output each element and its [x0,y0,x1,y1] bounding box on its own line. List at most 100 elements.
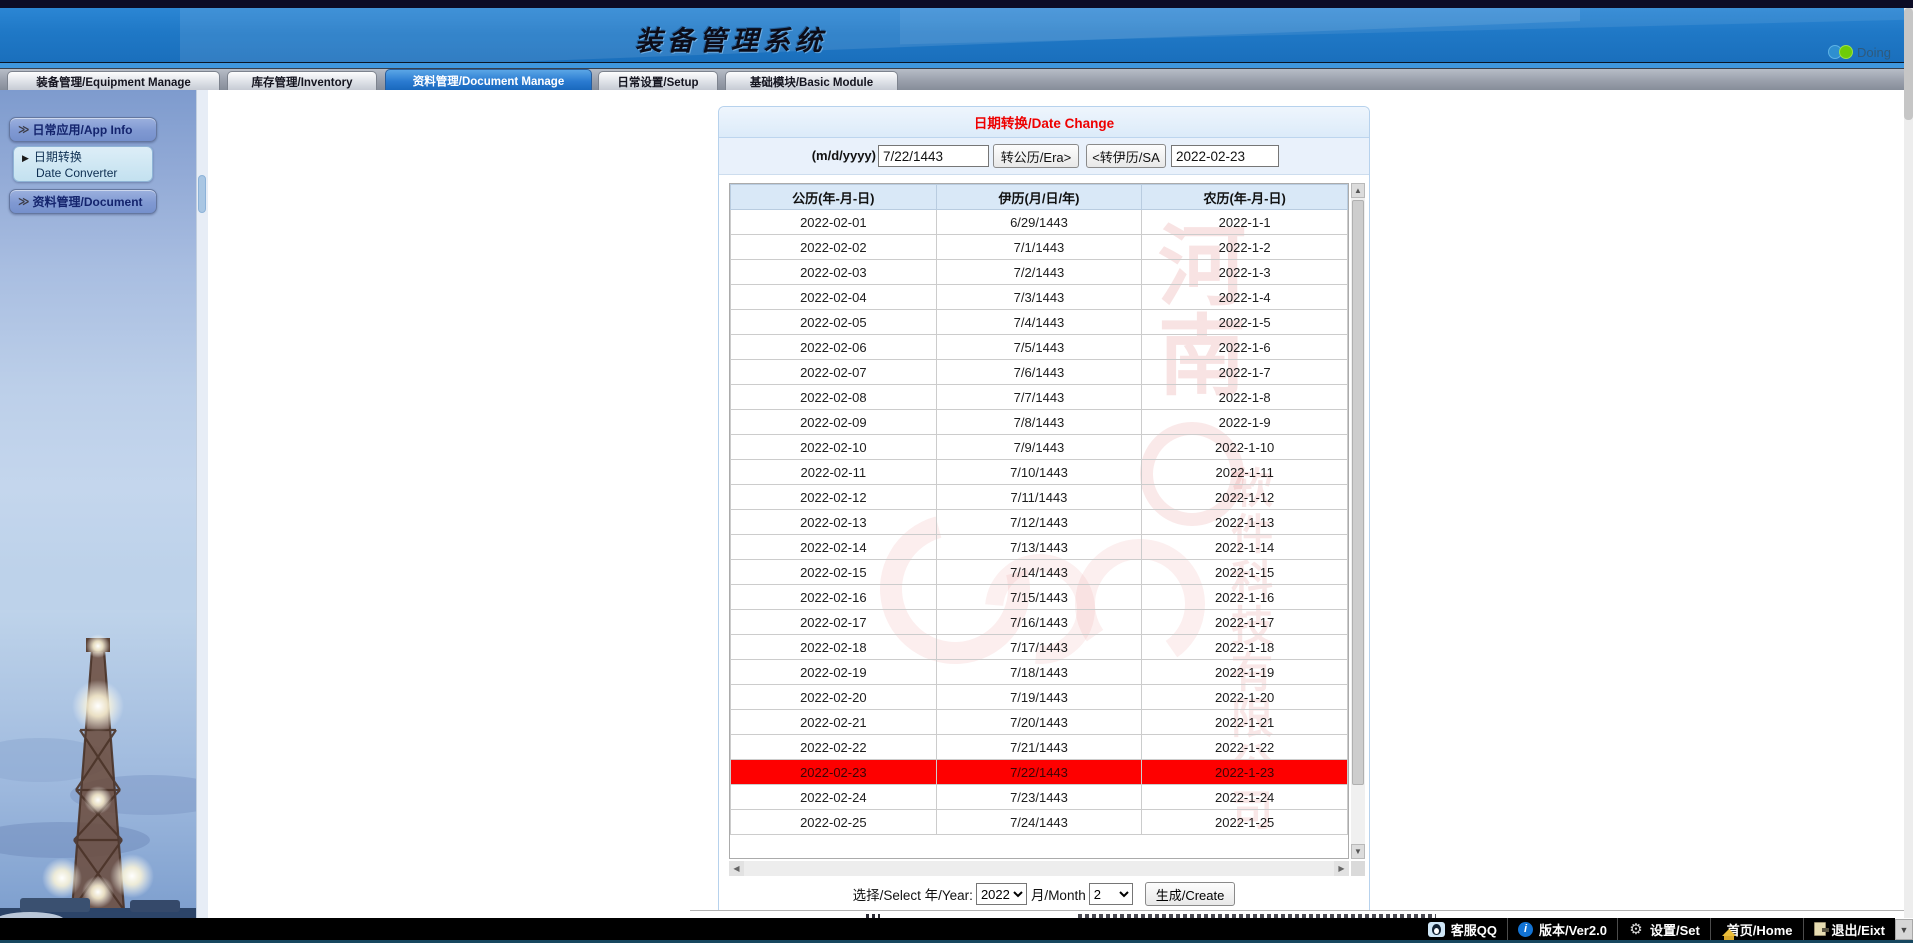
table-cell: 2022-02-08 [731,385,937,410]
table-row[interactable]: 2022-02-117/10/14432022-1-11 [731,460,1348,485]
table-row[interactable]: 2022-02-227/21/14432022-1-22 [731,735,1348,760]
table-row[interactable]: 2022-02-207/19/14432022-1-20 [731,685,1348,710]
sidebar-group-app-info[interactable]: ≫ 日常应用/App Info [9,117,157,142]
page-scrollbar-thumb[interactable] [1904,8,1913,120]
table-cell: 2022-1-7 [1142,360,1348,385]
table-row[interactable]: 2022-02-057/4/14432022-1-5 [731,310,1348,335]
hijri-date-input[interactable] [878,145,989,167]
table-row[interactable]: 2022-02-247/23/14432022-1-24 [731,785,1348,810]
create-button[interactable]: 生成/Create [1145,882,1236,906]
statusbar-item-label: 版本/Ver2.0 [1539,920,1607,939]
table-cell: 2022-02-19 [731,660,937,685]
sidebar-group-document[interactable]: ≫ 资料管理/Document [9,189,157,214]
table-cell: 2022-02-25 [731,810,937,835]
conversion-form: (m/d/yyyy) 转公历/Era> <转伊历/SA [719,138,1369,175]
month-label: 月/Month [1031,884,1086,904]
tab-3[interactable]: 资料管理/Document Manage [385,69,592,91]
scroll-left-icon[interactable]: ◀ [729,861,744,876]
year-select[interactable]: 2022 [976,883,1027,905]
table-row[interactable]: 2022-02-047/3/14432022-1-4 [731,285,1348,310]
frame-bottom-border [690,910,1904,911]
tab-2[interactable]: 库存管理/Inventory [227,71,377,91]
table-row[interactable]: 2022-02-107/9/14432022-1-10 [731,435,1348,460]
table-cell: 2022-1-14 [1142,535,1348,560]
status-dot-green-icon [1839,45,1853,59]
statusbar: 客服QQi版本/Ver2.0⚙设置/Set首页/Home退出/Eixt [0,918,1895,940]
table-row[interactable]: 2022-02-147/13/14432022-1-14 [731,535,1348,560]
month-select[interactable]: 2 [1089,883,1133,905]
table-cell: 2022-02-22 [731,735,937,760]
table-cell: 7/3/1443 [936,285,1142,310]
conversion-table: 公历(年-月-日)伊历(月/日/年)农历(年-月-日) 2022-02-016/… [730,184,1348,835]
table-cell: 2022-02-05 [731,310,937,335]
table-cell: 7/24/1443 [936,810,1142,835]
page-scrollbar[interactable] [1904,8,1913,918]
statusbar-item-qq[interactable]: 客服QQ [1418,918,1507,940]
table-row[interactable]: 2022-02-027/1/14432022-1-2 [731,235,1348,260]
table-cell: 2022-02-07 [731,360,937,385]
table-vertical-scrollbar[interactable]: ▲ ▼ [1351,183,1365,859]
table-cell: 2022-02-11 [731,460,937,485]
table-row[interactable]: 2022-02-127/11/14432022-1-12 [731,485,1348,510]
table-cell: 7/9/1443 [936,435,1142,460]
scroll-up-icon[interactable]: ▲ [1351,183,1365,198]
conversion-table-wrap: 河南 软件科技有限公司 公历(年-月-日)伊历(月/日/年)农历(年-月-日) … [729,183,1349,859]
sidebar-scrollbar-thumb[interactable] [198,175,206,213]
qq-icon [1428,922,1445,937]
table-row[interactable]: 2022-02-197/18/14432022-1-19 [731,660,1348,685]
table-cell: 2022-1-5 [1142,310,1348,335]
table-cell: 2022-1-23 [1142,760,1348,785]
table-cell: 2022-02-10 [731,435,937,460]
statusbar-item-home[interactable]: 首页/Home [1710,918,1803,940]
table-cell: 7/1/1443 [936,235,1142,260]
gregorian-date-input[interactable] [1171,145,1279,167]
statusbar-item-info[interactable]: i版本/Ver2.0 [1507,918,1617,940]
app-banner: 装备管理系统 Doing [0,8,1913,63]
table-cell: 7/16/1443 [936,610,1142,635]
table-row[interactable]: 2022-02-237/22/14432022-1-23 [731,760,1348,785]
table-row[interactable]: 2022-02-177/16/14432022-1-17 [731,610,1348,635]
table-row[interactable]: 2022-02-257/24/14432022-1-25 [731,810,1348,835]
table-row[interactable]: 2022-02-087/7/14432022-1-8 [731,385,1348,410]
scroll-down-icon[interactable]: ▼ [1351,844,1365,859]
table-row[interactable]: 2022-02-217/20/14432022-1-21 [731,710,1348,735]
table-row[interactable]: 2022-02-037/2/14432022-1-3 [731,260,1348,285]
table-row[interactable]: 2022-02-157/14/14432022-1-15 [731,560,1348,585]
scroll-right-icon[interactable]: ▶ [1334,861,1349,876]
table-cell: 7/11/1443 [936,485,1142,510]
table-row[interactable]: 2022-02-167/15/14432022-1-16 [731,585,1348,610]
table-cell: 2022-1-9 [1142,410,1348,435]
select-label: 选择/Select 年/Year: [853,884,973,904]
tab-1[interactable]: 装备管理/Equipment Manage [7,71,220,91]
table-vscroll-thumb[interactable] [1352,200,1364,785]
sidebar-group-label: 资料管理/Document [33,193,143,210]
table-row[interactable]: 2022-02-016/29/14432022-1-1 [731,210,1348,235]
banner-streak [900,8,1913,44]
table-row[interactable]: 2022-02-077/6/14432022-1-7 [731,360,1348,385]
statusbar-item-gear[interactable]: ⚙设置/Set [1617,918,1710,940]
column-header: 伊历(月/日/年) [936,185,1142,210]
table-horizontal-scrollbar[interactable]: ◀ ▶ [729,861,1349,876]
statusbar-item-exit[interactable]: 退出/Eixt [1803,918,1895,940]
table-row[interactable]: 2022-02-187/17/14432022-1-18 [731,635,1348,660]
table-cell: 2022-1-25 [1142,810,1348,835]
panel-title: 日期转换/Date Change [719,107,1369,138]
tab-5[interactable]: 基础模块/Basic Module [725,71,898,91]
table-cell: 7/22/1443 [936,760,1142,785]
table-row[interactable]: 2022-02-097/8/14432022-1-9 [731,410,1348,435]
table-row[interactable]: 2022-02-067/5/14432022-1-6 [731,335,1348,360]
table-cell: 2022-02-01 [731,210,937,235]
sidebar-scrollbar[interactable] [196,90,208,918]
convert-to-era-button[interactable]: 转公历/Era> [993,144,1079,168]
table-cell: 2022-1-18 [1142,635,1348,660]
table-cell: 7/17/1443 [936,635,1142,660]
sidebar-item-date-converter[interactable]: ▶日期转换 Date Converter [13,146,153,182]
status-indicator: Doing [1828,44,1891,60]
table-cell: 7/7/1443 [936,385,1142,410]
page-scroll-down-icon[interactable]: ▼ [1895,919,1913,940]
sidebar: ≫ 日常应用/App Info ▶日期转换 Date Converter ≫ 资… [0,90,196,918]
tab-4[interactable]: 日常设置/Setup [598,71,718,91]
table-cell: 2022-1-22 [1142,735,1348,760]
table-row[interactable]: 2022-02-137/12/14432022-1-13 [731,510,1348,535]
convert-to-hijri-button[interactable]: <转伊历/SA [1086,144,1166,168]
